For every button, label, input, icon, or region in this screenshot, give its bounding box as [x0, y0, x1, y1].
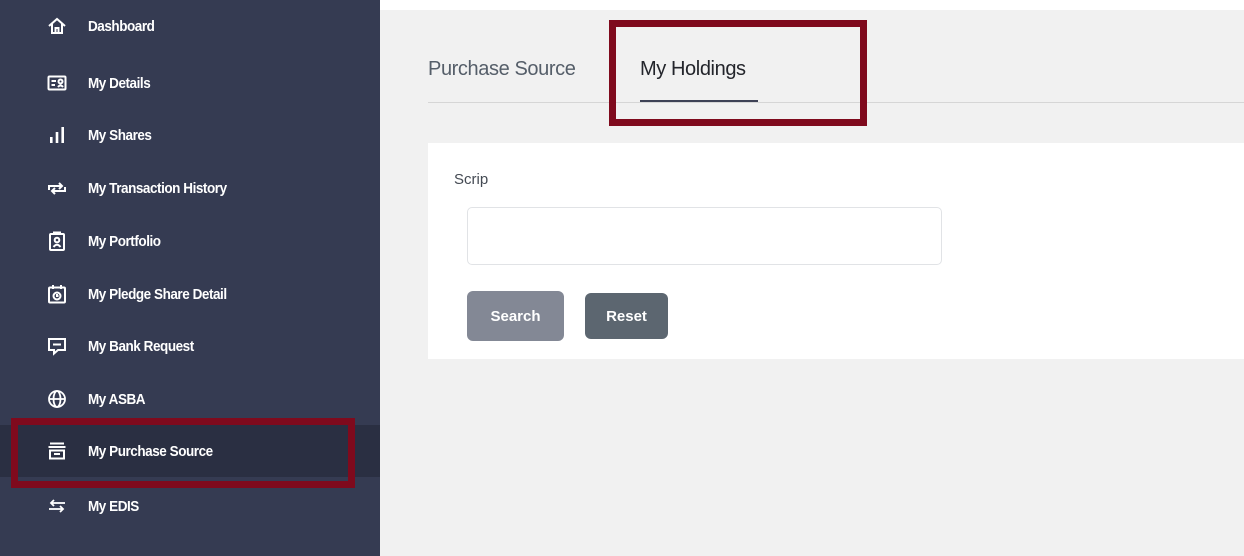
search-button[interactable]: Search: [467, 291, 564, 341]
sidebar-item-my-purchase-source[interactable]: My Purchase Source: [0, 425, 380, 477]
tab-my-holdings[interactable]: My Holdings: [640, 58, 746, 81]
sidebar-item-label: My Purchase Source: [88, 442, 213, 460]
sidebar-item-label: My Portfolio: [88, 232, 161, 250]
sidebar-item-label: My Shares: [88, 126, 152, 144]
sidebar-item-my-shares[interactable]: My Shares: [0, 109, 380, 161]
sidebar-item-label: My Bank Request: [88, 337, 194, 355]
main-content: Purchase Source My Holdings Scrip Search…: [380, 10, 1244, 556]
repeat-arrows-icon: [46, 177, 68, 199]
sidebar-item-my-bank-request[interactable]: My Bank Request: [0, 320, 380, 372]
sidebar-item-label: My EDIS: [88, 497, 139, 515]
home-icon: [46, 15, 68, 37]
sidebar-item-my-portfolio[interactable]: My Portfolio: [0, 215, 380, 267]
sidebar-item-label: Dashboard: [88, 17, 155, 35]
sidebar-item-dashboard[interactable]: Dashboard: [0, 0, 380, 52]
sidebar-item-my-asba[interactable]: My ASBA: [0, 373, 380, 425]
sidebar-item-label: My Details: [88, 74, 151, 92]
scrip-input[interactable]: [467, 207, 942, 265]
sidebar-item-label: My ASBA: [88, 390, 146, 408]
exchange-arrows-icon: [46, 495, 68, 517]
filter-card: Scrip Search Reset: [428, 143, 1244, 359]
clipboard-person-icon: [46, 230, 68, 252]
message-icon: [46, 335, 68, 357]
tab-purchase-source[interactable]: Purchase Source: [428, 58, 576, 81]
sidebar-item-label: My Pledge Share Detail: [88, 285, 227, 303]
reset-button[interactable]: Reset: [585, 293, 668, 339]
globe-icon: [46, 388, 68, 410]
sidebar-item-my-edis[interactable]: My EDIS: [0, 480, 380, 532]
sidebar-item-label: My Transaction History: [88, 179, 227, 197]
scrip-label: Scrip: [454, 171, 489, 188]
inbox-tray-icon: [46, 440, 68, 462]
sidebar-item-my-pledge-share-detail[interactable]: My Pledge Share Detail: [0, 268, 380, 320]
tabs-divider: [428, 102, 1244, 103]
sidebar-item-my-details[interactable]: My Details: [0, 57, 380, 109]
bar-chart-icon: [46, 124, 68, 146]
sidebar-item-my-transaction-history[interactable]: My Transaction History: [0, 162, 380, 214]
calendar-clock-icon: [46, 283, 68, 305]
id-card-icon: [46, 72, 68, 94]
sidebar: Dashboard My Details My Shares My Transa…: [0, 0, 380, 556]
